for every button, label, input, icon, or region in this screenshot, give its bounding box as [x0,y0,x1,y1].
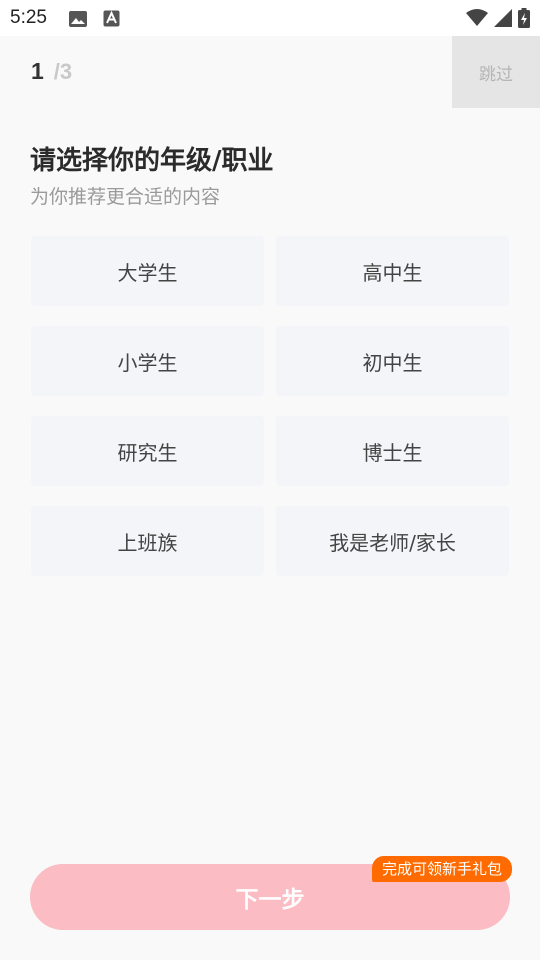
option-graduate[interactable]: 研究生 [31,416,264,486]
status-bar: 5:25 [0,0,540,36]
signal-icon [494,9,512,31]
step-total: /3 [53,59,73,84]
skip-button[interactable]: 跳过 [452,36,540,108]
wifi-icon [466,9,488,31]
option-university[interactable]: 大学生 [31,236,264,306]
page-title: 请选择你的年级/职业 [30,146,274,176]
battery-icon [518,8,530,32]
option-high-school[interactable]: 高中生 [276,236,509,306]
option-middle-school[interactable]: 初中生 [276,326,509,396]
a-icon [103,10,120,31]
option-primary-school[interactable]: 小学生 [31,326,264,396]
step-current: 1 [31,58,44,84]
gift-badge: 完成可领新手礼包 [372,856,513,882]
status-time: 5:25 [10,7,47,28]
option-phd[interactable]: 博士生 [276,416,509,486]
step-indicator: 1/3 [31,58,72,85]
option-teacher-parent[interactable]: 我是老师/家长 [276,506,509,576]
option-office-worker[interactable]: 上班族 [31,506,264,576]
image-icon [68,10,88,32]
page-subtitle: 为你推荐更合适的内容 [30,186,221,208]
